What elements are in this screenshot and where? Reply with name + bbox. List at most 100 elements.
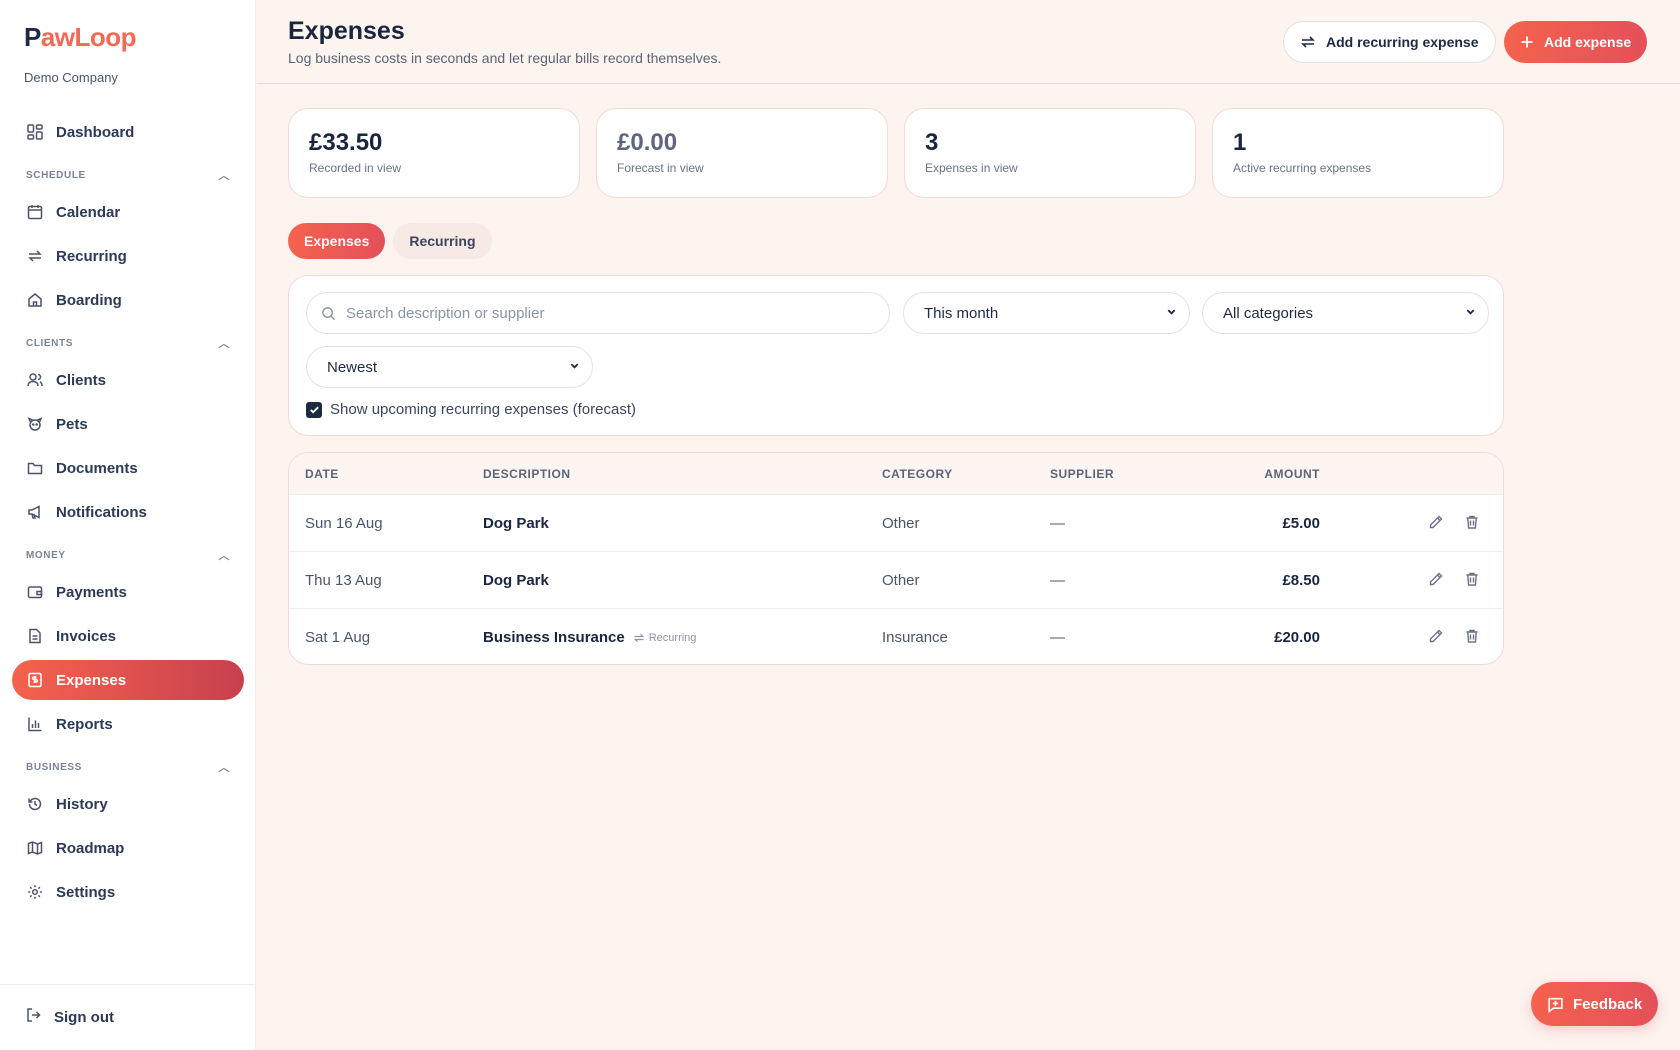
dog-icon xyxy=(26,415,44,433)
search-box xyxy=(306,292,890,334)
column-header-date[interactable]: DATE xyxy=(305,467,339,481)
stats-row: £33.50 Recorded in view £0.00 Forecast i… xyxy=(288,108,1504,198)
cell-date: Thu 13 Aug xyxy=(305,572,382,589)
forecast-toggle[interactable]: Show upcoming recurring expenses (foreca… xyxy=(306,401,636,418)
cell-date: Sat 1 Aug xyxy=(305,629,371,646)
nav-pets[interactable]: Pets xyxy=(12,404,244,444)
stat-value: £0.00 xyxy=(617,129,678,156)
nav-documents[interactable]: Documents xyxy=(12,448,244,488)
cell-category: Insurance xyxy=(882,629,948,646)
tab-recurring[interactable]: Recurring xyxy=(393,223,492,259)
nav-roadmap-label: Roadmap xyxy=(56,839,125,857)
section-clients[interactable]: CLIENTS ︿ xyxy=(12,326,244,360)
column-header-description[interactable]: DESCRIPTION xyxy=(483,467,571,481)
period-select[interactable]: This month xyxy=(903,292,1190,334)
cell-category: Other xyxy=(882,515,920,532)
edit-icon[interactable] xyxy=(1428,628,1444,648)
cell-amount: £20.00 xyxy=(1274,629,1320,646)
sign-out-button[interactable]: Sign out xyxy=(26,1007,114,1027)
description-text: Business Insurance xyxy=(483,629,625,646)
table-header: DATE DESCRIPTION CATEGORY SUPPLIER AMOUN… xyxy=(289,453,1503,495)
pawloop-logo[interactable]: PawLoop xyxy=(24,22,137,53)
chevron-down-icon xyxy=(1166,306,1177,320)
category-select[interactable]: All categories xyxy=(1202,292,1489,334)
add-expense-button[interactable]: Add expense xyxy=(1504,21,1648,63)
section-clients-label: CLIENTS xyxy=(26,337,73,349)
recurring-badge-label: Recurring xyxy=(648,631,697,644)
nav-history[interactable]: History xyxy=(12,784,244,824)
repeat-icon xyxy=(633,633,644,642)
nav-expenses[interactable]: Expenses xyxy=(12,660,244,700)
nav-clients[interactable]: Clients xyxy=(12,360,244,400)
cell-description: Business Insurance Recurring xyxy=(483,629,696,646)
forecast-label: Show upcoming recurring expenses (foreca… xyxy=(330,401,636,418)
table-row[interactable]: Thu 13 Aug Dog Park Other — £8.50 xyxy=(289,552,1503,609)
stat-label: Forecast in view xyxy=(617,161,704,175)
edit-icon[interactable] xyxy=(1428,514,1444,534)
column-header-amount[interactable]: AMOUNT xyxy=(1264,467,1320,481)
file-text-icon xyxy=(26,627,44,645)
period-select-value: This month xyxy=(924,304,999,322)
wallet-icon xyxy=(26,583,44,601)
trash-icon[interactable] xyxy=(1464,514,1480,534)
chevron-up-icon: ︿ xyxy=(218,338,230,350)
stat-card-recorded: £33.50 Recorded in view xyxy=(288,108,580,198)
gear-icon xyxy=(26,883,44,901)
repeat-icon xyxy=(26,247,44,265)
dashboard-icon xyxy=(26,123,44,141)
feedback-button[interactable]: Feedback xyxy=(1531,982,1659,1026)
stat-value: 3 xyxy=(925,129,939,156)
search-input[interactable] xyxy=(346,304,866,322)
sign-out-label: Sign out xyxy=(54,1008,114,1026)
nav-calendar[interactable]: Calendar xyxy=(12,192,244,232)
cell-supplier: — xyxy=(1050,629,1065,646)
trash-icon[interactable] xyxy=(1464,571,1480,591)
cell-category: Other xyxy=(882,572,920,589)
nav-dashboard-label: Dashboard xyxy=(56,123,135,141)
chevron-down-icon xyxy=(569,360,580,374)
nav-calendar-label: Calendar xyxy=(56,203,121,221)
nav-payments[interactable]: Payments xyxy=(12,572,244,612)
nav-recurring-label: Recurring xyxy=(56,247,127,265)
nav-dashboard[interactable]: Dashboard xyxy=(12,112,244,152)
nav-reports[interactable]: Reports xyxy=(12,704,244,744)
nav-boarding-label: Boarding xyxy=(56,291,122,309)
nav-invoices[interactable]: Invoices xyxy=(12,616,244,656)
stat-label: Active recurring expenses xyxy=(1233,161,1372,175)
stat-card-active-recurring: 1 Active recurring expenses xyxy=(1212,108,1504,198)
forecast-checkbox[interactable] xyxy=(306,401,322,418)
trash-icon[interactable] xyxy=(1464,628,1480,648)
nav-expenses-label: Expenses xyxy=(56,671,127,689)
nav-notifications[interactable]: Notifications xyxy=(12,492,244,532)
chevron-up-icon: ︿ xyxy=(218,762,230,774)
cell-date: Sun 16 Aug xyxy=(305,515,383,532)
section-business[interactable]: BUSINESS ︿ xyxy=(12,750,244,784)
nav-settings[interactable]: Settings xyxy=(12,872,244,912)
stat-label: Expenses in view xyxy=(925,161,1018,175)
stat-value: 1 xyxy=(1233,129,1247,156)
table-row[interactable]: Sat 1 Aug Business Insurance Recurring I… xyxy=(289,609,1503,664)
column-header-supplier[interactable]: SUPPLIER xyxy=(1050,467,1114,481)
receipt-icon xyxy=(26,671,44,689)
section-schedule[interactable]: SCHEDULE ︿ xyxy=(12,158,244,192)
category-select-value: All categories xyxy=(1223,304,1314,322)
edit-icon[interactable] xyxy=(1428,571,1444,591)
nav-recurring[interactable]: Recurring xyxy=(12,236,244,276)
nav-boarding[interactable]: Boarding xyxy=(12,280,244,320)
chevron-up-icon: ︿ xyxy=(218,170,230,182)
nav-roadmap[interactable]: Roadmap xyxy=(12,828,244,868)
folder-icon xyxy=(26,459,44,477)
company-name: Demo Company xyxy=(24,70,118,85)
add-recurring-expense-button[interactable]: Add recurring expense xyxy=(1283,21,1496,63)
section-money[interactable]: MONEY ︿ xyxy=(12,538,244,572)
nav-reports-label: Reports xyxy=(56,715,113,733)
table-row[interactable]: Sun 16 Aug Dog Park Other — £5.00 xyxy=(289,495,1503,552)
nav-payments-label: Payments xyxy=(56,583,127,601)
stat-value: £33.50 xyxy=(309,129,383,156)
tab-expenses[interactable]: Expenses xyxy=(288,223,386,259)
main-nav: Dashboard SCHEDULE ︿ Calendar Recurring … xyxy=(12,112,244,916)
stat-card-forecast: £0.00 Forecast in view xyxy=(596,108,888,198)
sort-select[interactable]: Newest xyxy=(306,346,593,388)
column-header-category[interactable]: CATEGORY xyxy=(882,467,953,481)
description-text: Dog Park xyxy=(483,572,549,589)
